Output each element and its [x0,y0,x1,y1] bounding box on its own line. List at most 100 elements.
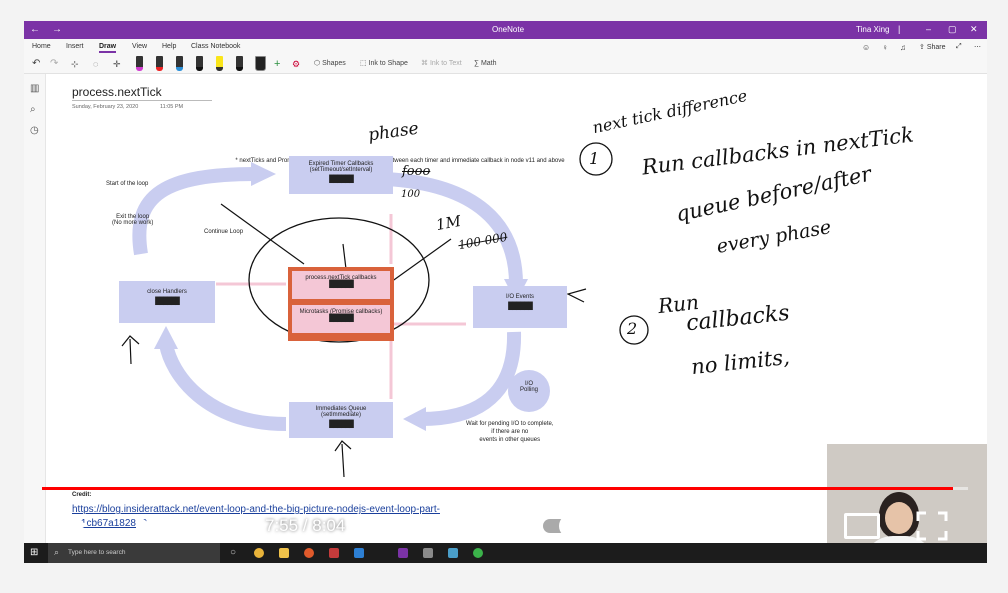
tab-class-notebook[interactable]: Class Notebook [191,43,240,50]
windows-start-icon[interactable]: ⊞ [30,547,38,558]
app-title: OneNote [492,25,525,34]
taskbar-search-input[interactable]: Type here to search [48,543,220,563]
recent-icon[interactable]: ◷ [30,125,41,136]
restore-icon[interactable]: ▢ [948,23,957,35]
taskbar-search-icon: ⌕ [54,547,60,557]
tab-help[interactable]: Help [162,43,176,50]
tab-home[interactable]: Home [32,43,51,50]
io-events-label: I/O Events [505,294,534,300]
undo-icon[interactable]: ↶ [32,58,40,70]
pen-black-icon[interactable] [196,56,203,71]
ink-to-shape-label: Ink to Shape [368,60,408,67]
title-bar: ← → OneNote Tina Xing | – ▢ ✕ [24,21,987,39]
ribbon-tabs: Home Insert Draw View Help Class Noteboo… [24,39,987,54]
autoplay-toggle[interactable] [543,514,583,538]
immediates-line2: (setImmediate) [320,412,361,418]
video-progress-bar[interactable] [42,487,968,490]
add-pen-icon[interactable]: + [274,58,280,70]
fullscreen-icon[interactable] [916,511,948,541]
lasso-icon[interactable]: ◌ [93,58,98,70]
immediates-box: Immediates Queue (setImmediate) ██████ [289,402,393,438]
close-handlers-label: close Handlers [147,289,187,295]
more-icon[interactable]: ⋯ [974,43,981,51]
app-window: ← → OneNote Tina Xing | – ▢ ✕ Home Inser… [24,21,987,563]
immediates-block: ██████ [329,421,354,428]
lasso-select-icon[interactable]: ⊹ [71,58,79,70]
firefox-icon[interactable] [304,548,314,558]
ink-100: 100 [401,189,421,200]
math-label: Math [480,60,497,67]
pen-blue-icon[interactable] [176,56,183,71]
left-sidebar: ▥ ⌕ ◷ [24,74,46,543]
ink-to-text-button[interactable]: ⌘ Ink to Text [421,58,462,70]
app-red-icon[interactable] [329,548,339,558]
close-icon[interactable]: ✕ [970,23,978,35]
tab-draw[interactable]: Draw [99,43,117,53]
nexttick-queue: process.nextTick callbacks ██████ [292,271,390,299]
immediates-to-close-arrow [159,342,287,431]
add-space-icon[interactable]: ✛ [113,58,121,70]
ink-num-2: 2 [627,319,638,338]
highlighter-yellow-icon[interactable] [216,56,223,71]
volume-icon[interactable] [204,514,230,536]
captions-icon[interactable]: CC [628,514,660,538]
start-loop-arrow [132,167,257,256]
search-icon[interactable]: ⌕ [30,104,41,115]
ink-replay-icon[interactable]: ⚙ [292,58,300,70]
theater-mode-icon[interactable] [844,513,880,539]
ribbon-toolbar: ↶ ↷ ⊹ ◌ ✛ + ⚙ ⬡ Shapes ⬚ Ink to Shape ⌘ … [24,54,987,74]
io-polling-circle: I/O Polling [508,370,550,412]
bell-icon[interactable]: ♫ [900,43,906,52]
ink-to-text-label: Ink to Text [429,60,462,67]
wechat-icon[interactable] [473,548,483,558]
file-explorer-icon[interactable] [279,548,289,558]
share-button[interactable]: ⇪ Share [919,43,946,51]
task-view-icon[interactable]: ○ [230,547,236,558]
immediates-arrow-head [403,407,426,431]
pen-red-icon[interactable] [156,56,163,71]
shapes-label: Shapes [322,60,346,67]
redo-icon[interactable]: ↷ [50,58,58,70]
video-progress-fill [42,487,954,490]
close-block: ██████ [155,298,180,305]
player-controls: 7:55 / 8:04 CC ⚙ [24,499,987,543]
lightbulb-icon[interactable]: ♀ [882,43,888,52]
start-arrow-head [251,162,276,186]
play-icon[interactable] [64,511,90,539]
tab-view[interactable]: View [132,43,147,50]
math-button[interactable]: ∑ Math [474,58,497,70]
close-arrow-head [154,326,178,349]
continue-loop-label: Continue Loop [204,229,244,235]
io-to-immediates-arrow [420,331,522,426]
nexttick-block: ██████ [329,281,354,288]
close-handlers-box: close Handlers ██████ [119,281,215,323]
chrome-icon[interactable] [254,548,264,558]
back-arrow-icon[interactable]: ← [30,24,40,36]
settings-gear-icon[interactable]: ⚙ [700,509,725,539]
pen-selected-icon[interactable] [255,56,266,71]
share-label: Share [926,44,946,51]
ink-arrow-2 [342,243,347,270]
timers-block: ██████ [329,176,354,183]
pen-black-2-icon[interactable] [236,56,243,71]
minimize-icon[interactable]: – [926,23,931,35]
vscode-icon[interactable] [354,548,364,558]
app-grey-icon[interactable] [423,548,433,558]
pen-magenta-icon[interactable] [136,56,143,71]
next-icon[interactable] [134,512,160,538]
ink-arrow-io [566,288,587,303]
forward-arrow-icon[interactable]: → [52,24,62,36]
timers-line2: (setTimeout/setInterval) [309,167,373,173]
ink-to-shape-button[interactable]: ⬚ Ink to Shape [360,58,408,70]
shapes-button[interactable]: ⬡ Shapes [314,58,346,70]
app-blue-icon[interactable] [448,548,458,558]
miniplayer-icon[interactable] [772,513,808,539]
expand-icon[interactable]: ⤢ [956,43,962,51]
credit-label: Credit: [72,492,92,498]
ink-arrow-3 [390,238,452,283]
notebooks-icon[interactable]: ▥ [30,83,41,94]
onenote-icon[interactable] [398,548,408,558]
user-name[interactable]: Tina Xing [856,25,890,34]
feedback-icon[interactable]: ☺ [862,43,870,52]
tab-insert[interactable]: Insert [66,43,84,50]
